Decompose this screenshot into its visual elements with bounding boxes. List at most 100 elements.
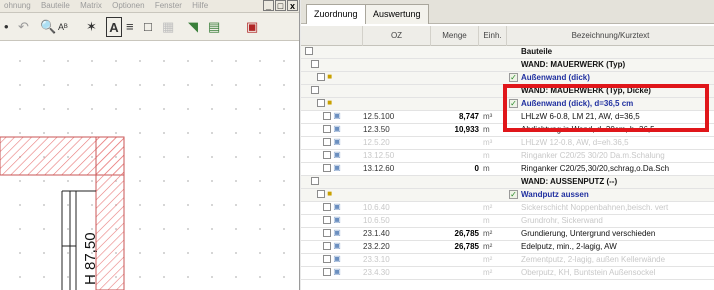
cell-menge: 0 (474, 164, 479, 173)
cell-einh (483, 46, 508, 57)
assignment-panel: Zuordnung Auswertung OZ Menge Einh. Beze… (301, 0, 714, 290)
item-icon[interactable]: ▣ (323, 254, 341, 265)
cell-einh: m² (483, 229, 493, 238)
menu-item-hilfe[interactable]: Hilfe (192, 0, 208, 12)
grid-header: OZ Menge Einh. Bezeichnung/Kurztext (301, 26, 714, 46)
table-row[interactable]: ■ Wandputz aussen ✓ (301, 189, 714, 202)
table-row[interactable]: WAND: AUSSENPUTZ (--) (301, 176, 714, 189)
menu-item-matrix[interactable]: Matrix (80, 0, 102, 12)
zoom-icon[interactable]: 🔍 (40, 17, 56, 37)
assignment-grid: OZ Menge Einh. Bezeichnung/Kurztext Baut… (301, 26, 714, 290)
cell-bezeichnung: LHLzW 12-0.8, AW, d=eh.36,5 (521, 138, 629, 147)
item-icon[interactable]: ▣ (323, 124, 341, 135)
item-icon[interactable]: ▣ (323, 150, 341, 161)
item-icon[interactable]: ▣ (323, 202, 341, 213)
tab-bar: Zuordnung Auswertung (301, 0, 714, 24)
frame-icon[interactable]: □ (144, 17, 152, 37)
cell-oz (363, 176, 431, 187)
expand-toggle-icon[interactable] (311, 59, 319, 70)
cell-einh: m (483, 164, 490, 173)
cell-menge (431, 202, 479, 213)
bullet-icon[interactable]: • (4, 17, 9, 37)
expand-toggle-icon[interactable]: ■ (317, 98, 332, 109)
header-tree (301, 26, 363, 46)
layer-icon[interactable]: ▤ (208, 17, 220, 37)
table-row[interactable]: ▣ 23.4.30 m² Oberputz, KH, Buntstein Außens… (301, 267, 714, 280)
cell-menge (431, 254, 479, 265)
item-icon[interactable]: ▣ (323, 163, 341, 174)
cell-menge (431, 98, 479, 109)
expand-toggle-icon[interactable]: ■ (317, 189, 332, 200)
expand-toggle-icon[interactable] (305, 46, 313, 57)
cell-einh (483, 176, 508, 187)
cell-bezeichnung: Sickerschicht Noppenbahnen,beisch. vert (521, 203, 669, 212)
checkbox[interactable]: ✓ (509, 73, 518, 82)
expand-toggle-icon[interactable]: ■ (317, 72, 332, 83)
item-icon[interactable]: ▣ (323, 241, 341, 252)
fill-icon[interactable]: ◥ (188, 17, 198, 37)
header-bezeichnung[interactable]: Bezeichnung/Kurztext (507, 26, 714, 46)
cell-oz (363, 59, 431, 70)
table-row[interactable]: ▣ 10.6.40 m² Sickerschicht Noppenbahnen,bei… (301, 202, 714, 215)
cell-menge: 8,747 (458, 112, 479, 121)
tab-auswertung[interactable]: Auswertung (365, 4, 429, 24)
checkbox[interactable]: ✓ (509, 190, 518, 199)
cell-oz (363, 98, 431, 109)
menu-item-bauteile[interactable]: Bauteile (41, 0, 70, 12)
cell-menge: 26,785 (454, 242, 479, 251)
cell-menge (431, 59, 479, 70)
expand-toggle-icon[interactable] (311, 176, 319, 187)
header-oz[interactable]: OZ (363, 26, 431, 46)
table-row[interactable]: ▣ 12.5.20 m³ LHLzW 12-0.8, AW, d=eh.36,5 (301, 137, 714, 150)
text-search-icon[interactable]: Aᴮ (58, 17, 68, 37)
cell-menge: 10,933 (454, 125, 479, 134)
header-einh[interactable]: Einh. (479, 26, 507, 46)
table-row[interactable]: ▣ 23.2.20 26,785 m² Edelputz, min., 2-lagig,… (301, 241, 714, 254)
close-button[interactable]: x (287, 0, 298, 11)
cell-bezeichnung: Zementputz, 2-lagig, außen Kellerwände (521, 255, 666, 264)
cell-einh (483, 189, 508, 200)
cell-bezeichnung: Bauteile (521, 47, 553, 56)
menu-bar: ohnung Bauteile Matrix Optionen Fenster … (0, 0, 299, 13)
tab-zuordnung[interactable]: Zuordnung (306, 4, 366, 24)
menu-item-optionen[interactable]: Optionen (112, 0, 144, 12)
menu-item-fenster[interactable]: Fenster (155, 0, 182, 12)
color-icon[interactable]: ▣ (246, 17, 258, 37)
cell-bezeichnung: Ringanker C20/25,30/20,schrag,o.Da.Sch (521, 164, 670, 173)
cell-oz: 12.5.20 (363, 138, 390, 147)
cell-bezeichnung: Ringanker C20/25 30/20 Da.m.Schalung (521, 151, 665, 160)
cell-oz: 12.5.100 (363, 112, 395, 121)
highlight-box (503, 84, 709, 132)
expand-toggle-icon[interactable] (311, 85, 319, 96)
list-icon[interactable]: ≡ (126, 17, 134, 37)
item-icon[interactable]: ▣ (323, 111, 341, 122)
undo-icon[interactable]: ↶ (18, 17, 29, 37)
text-tool-icon[interactable]: A (106, 17, 122, 37)
item-icon[interactable]: ▣ (323, 215, 341, 226)
table-row[interactable]: ▣ 13.12.60 0 m Ringanker C20/25,30/20,schrag… (301, 163, 714, 176)
drawing-canvas[interactable]: H 87,50 (0, 41, 299, 290)
cell-menge (431, 176, 479, 187)
snap-icon[interactable]: ✶ (86, 17, 97, 37)
cell-oz: 23.1.40 (363, 229, 390, 238)
table-row[interactable]: ▣ 10.6.50 m Grundrohr, Sickerwand (301, 215, 714, 228)
cell-menge (431, 137, 479, 148)
header-menge[interactable]: Menge (431, 26, 479, 46)
table-row[interactable]: Bauteile (301, 46, 714, 59)
menu-item-wohnung[interactable]: ohnung (4, 0, 31, 12)
cell-oz (363, 85, 431, 96)
table-row[interactable]: ▣ 23.3.10 m² Zementputz, 2-lagig, außen Kel… (301, 254, 714, 267)
item-icon[interactable]: ▣ (323, 267, 341, 278)
minimize-button[interactable]: _ (263, 0, 274, 11)
table-row[interactable]: ▣ 13.12.50 m Ringanker C20/25 30/20 Da.m.Sc… (301, 150, 714, 163)
item-icon[interactable]: ▣ (323, 137, 341, 148)
pattern-icon[interactable]: ▦ (162, 17, 174, 37)
maximize-button[interactable]: □ (275, 0, 286, 11)
cell-menge (431, 72, 479, 83)
item-icon[interactable]: ▣ (323, 228, 341, 239)
table-row[interactable]: ▣ 23.1.40 26,785 m² Grundierung, Untergrund … (301, 228, 714, 241)
cell-oz: 23.3.10 (363, 255, 390, 264)
cell-oz (363, 46, 431, 57)
cell-bezeichnung: Grundrohr, Sickerwand (521, 216, 603, 225)
table-row[interactable]: WAND: MAUERWERK (Typ) (301, 59, 714, 72)
